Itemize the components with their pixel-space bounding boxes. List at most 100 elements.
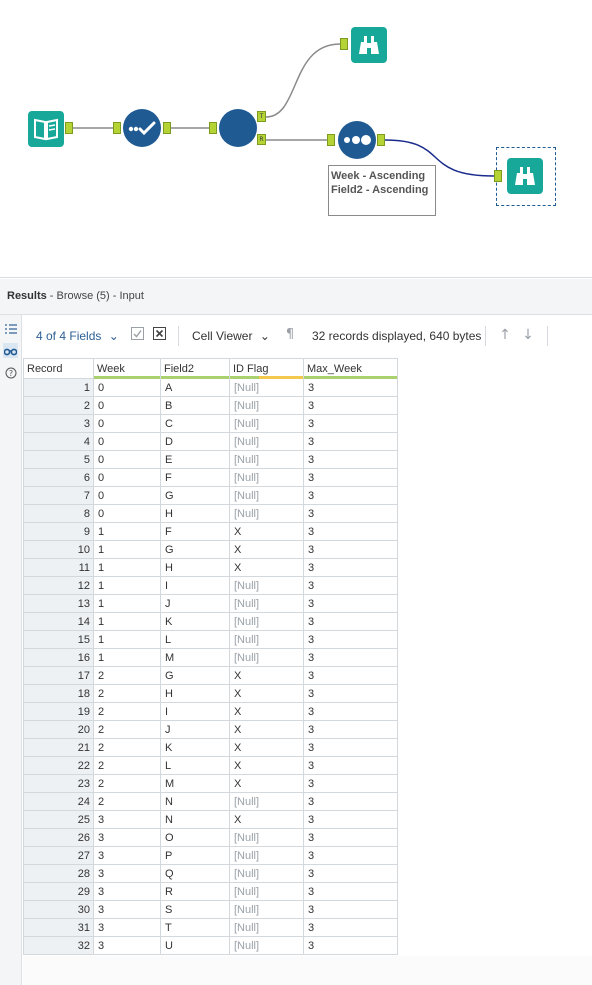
table-row[interactable]: 2 0 B [Null] 3	[23, 396, 398, 415]
max-week-cell[interactable]: 3	[303, 612, 398, 631]
record-cell[interactable]: 31	[23, 918, 94, 937]
pilcrow-icon[interactable]: ¶	[282, 327, 298, 343]
select-input-anchor[interactable]	[113, 122, 121, 134]
record-cell[interactable]: 1	[23, 378, 94, 397]
select-output-anchor[interactable]	[163, 122, 171, 134]
max-week-cell[interactable]: 3	[303, 432, 398, 451]
id-flag-cell[interactable]: [Null]	[229, 450, 304, 469]
id-flag-cell[interactable]: [Null]	[229, 882, 304, 901]
week-cell[interactable]: 1	[93, 612, 161, 631]
id-flag-cell[interactable]: X	[229, 756, 304, 775]
field2-cell[interactable]: H	[160, 504, 230, 523]
max-week-cell[interactable]: 3	[303, 594, 398, 613]
field2-cell[interactable]: G	[160, 666, 230, 685]
record-cell[interactable]: 13	[23, 594, 94, 613]
record-cell[interactable]: 6	[23, 468, 94, 487]
id-flag-cell[interactable]: X	[229, 522, 304, 541]
max-week-cell[interactable]: 3	[303, 540, 398, 559]
field2-cell[interactable]: J	[160, 720, 230, 739]
week-cell[interactable]: 1	[93, 648, 161, 667]
week-cell[interactable]: 3	[93, 864, 161, 883]
record-cell[interactable]: 17	[23, 666, 94, 685]
deselect-icon[interactable]	[151, 327, 167, 343]
week-cell[interactable]: 2	[93, 702, 161, 721]
max-week-cell[interactable]: 3	[303, 918, 398, 937]
table-row[interactable]: 30 3 S [Null] 3	[23, 900, 398, 919]
sort-tool[interactable]	[338, 121, 376, 159]
max-week-cell[interactable]: 3	[303, 846, 398, 865]
record-cell[interactable]: 2	[23, 396, 94, 415]
week-cell[interactable]: 0	[93, 504, 161, 523]
record-cell[interactable]: 32	[23, 936, 94, 955]
max-week-cell[interactable]: 3	[303, 648, 398, 667]
week-cell[interactable]: 3	[93, 882, 161, 901]
field2-cell[interactable]: G	[160, 540, 230, 559]
field2-cell[interactable]: S	[160, 900, 230, 919]
field2-cell[interactable]: E	[160, 450, 230, 469]
max-week-cell[interactable]: 3	[303, 486, 398, 505]
record-cell[interactable]: 27	[23, 846, 94, 865]
field2-cell[interactable]: K	[160, 738, 230, 757]
table-row[interactable]: 29 3 R [Null] 3	[23, 882, 398, 901]
max-week-cell[interactable]: 3	[303, 738, 398, 757]
max-week-cell[interactable]: 3	[303, 900, 398, 919]
record-cell[interactable]: 8	[23, 504, 94, 523]
field2-cell[interactable]: B	[160, 396, 230, 415]
record-cell[interactable]: 10	[23, 540, 94, 559]
id-flag-cell[interactable]: [Null]	[229, 396, 304, 415]
record-cell[interactable]: 20	[23, 720, 94, 739]
max-week-cell[interactable]: 3	[303, 522, 398, 541]
cell-viewer-dropdown[interactable]: Cell Viewer ⌄	[192, 329, 270, 343]
week-cell[interactable]: 1	[93, 576, 161, 595]
table-row[interactable]: 1 0 A [Null] 3	[23, 378, 398, 397]
id-flag-cell[interactable]: [Null]	[229, 630, 304, 649]
workflow-canvas[interactable]: T R Week - Ascending Field2 - Ascending	[0, 0, 592, 278]
week-cell[interactable]: 1	[93, 630, 161, 649]
id-flag-cell[interactable]: [Null]	[229, 792, 304, 811]
id-flag-cell[interactable]: [Null]	[229, 576, 304, 595]
field2-cell[interactable]: Q	[160, 864, 230, 883]
id-flag-cell[interactable]: [Null]	[229, 468, 304, 487]
week-cell[interactable]: 0	[93, 396, 161, 415]
max-week-cell[interactable]: 3	[303, 936, 398, 955]
record-cell[interactable]: 5	[23, 450, 94, 469]
max-week-cell[interactable]: 3	[303, 720, 398, 739]
list-icon[interactable]	[3, 321, 18, 336]
field2-cell[interactable]: D	[160, 432, 230, 451]
week-cell[interactable]: 1	[93, 558, 161, 577]
week-cell[interactable]: 1	[93, 594, 161, 613]
max-week-cell[interactable]: 3	[303, 414, 398, 433]
table-row[interactable]: 20 2 J X 3	[23, 720, 398, 739]
max-week-cell[interactable]: 3	[303, 864, 398, 883]
max-week-cell[interactable]: 3	[303, 774, 398, 793]
column-header-field2[interactable]: Field2	[160, 358, 230, 379]
id-flag-cell[interactable]: [Null]	[229, 612, 304, 631]
filter-false-anchor[interactable]: R	[257, 134, 266, 145]
id-flag-cell[interactable]: [Null]	[229, 378, 304, 397]
id-flag-cell[interactable]: [Null]	[229, 828, 304, 847]
sort-input-anchor[interactable]	[327, 134, 335, 146]
max-week-cell[interactable]: 3	[303, 792, 398, 811]
id-flag-cell[interactable]: [Null]	[229, 846, 304, 865]
fields-dropdown[interactable]: 4 of 4 Fields ⌄	[36, 329, 119, 343]
table-row[interactable]: 10 1 G X 3	[23, 540, 398, 559]
table-row[interactable]: 17 2 G X 3	[23, 666, 398, 685]
field2-cell[interactable]: T	[160, 918, 230, 937]
record-cell[interactable]: 26	[23, 828, 94, 847]
table-row[interactable]: 32 3 U [Null] 3	[23, 936, 398, 955]
table-row[interactable]: 15 1 L [Null] 3	[23, 630, 398, 649]
sort-output-anchor[interactable]	[377, 134, 385, 146]
max-week-cell[interactable]: 3	[303, 702, 398, 721]
record-cell[interactable]: 25	[23, 810, 94, 829]
week-cell[interactable]: 2	[93, 684, 161, 703]
id-flag-cell[interactable]: X	[229, 558, 304, 577]
week-cell[interactable]: 0	[93, 432, 161, 451]
week-cell[interactable]: 2	[93, 738, 161, 757]
table-row[interactable]: 4 0 D [Null] 3	[23, 432, 398, 451]
browse-top-input-anchor[interactable]	[340, 38, 348, 50]
record-cell[interactable]: 23	[23, 774, 94, 793]
field2-cell[interactable]: F	[160, 468, 230, 487]
id-flag-cell[interactable]: X	[229, 684, 304, 703]
table-row[interactable]: 21 2 K X 3	[23, 738, 398, 757]
max-week-cell[interactable]: 3	[303, 828, 398, 847]
